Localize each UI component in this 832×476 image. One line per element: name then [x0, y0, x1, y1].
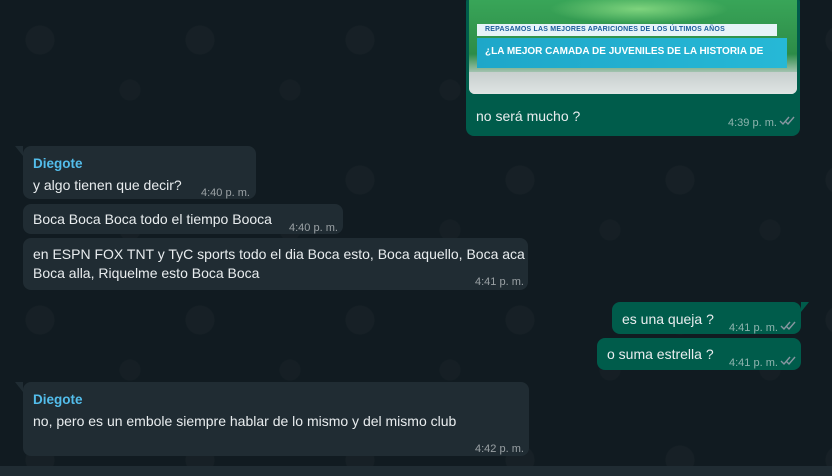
message-time: 4:40 p. m. [289, 222, 338, 234]
message-time: 4:41 p. m. [729, 322, 778, 334]
message-time: 4:39 p. m. [728, 117, 777, 129]
message-image[interactable]: REPASAMOS LAS MEJORES APARICIONES DE LOS… [469, 0, 797, 94]
double-check-icon [779, 116, 795, 126]
bubble-tail [801, 302, 809, 312]
image-bottom-strip [469, 72, 797, 94]
image-banner-main: ¿LA MEJOR CAMADA DE JUVENILES DE LA HIST… [477, 38, 787, 85]
sender-name[interactable]: Diegote [33, 390, 83, 409]
message-time: 4:41 p. m. [475, 276, 524, 288]
double-check-icon [780, 321, 796, 331]
message-time: 4:40 p. m. [201, 187, 250, 199]
sender-name[interactable]: Diegote [33, 154, 83, 173]
message-text: y algo tienen que decir? [33, 177, 182, 193]
image-field [549, 0, 729, 24]
bubble-tail [15, 382, 23, 392]
message-text: o suma estrella ? [607, 346, 714, 362]
message-text: es una queja ? [622, 311, 714, 327]
message-incoming[interactable]: Boca Boca Boca todo el tiempo Booca 4:40… [23, 204, 343, 234]
message-incoming[interactable]: en ESPN FOX TNT y TyC sports todo el dia… [23, 238, 528, 290]
message-time: 4:41 p. m. [729, 357, 778, 369]
message-text-line1: en ESPN FOX TNT y TyC sports todo el dia… [33, 246, 525, 262]
message-outgoing[interactable]: es una queja ? 4:41 p. m. [612, 302, 809, 334]
message-time: 4:42 p. m. [475, 443, 524, 455]
message-text-line2: Boca alla, Riquelme esto Boca Boca [33, 265, 260, 281]
message-text: no, pero es un embole siempre hablar de … [33, 413, 457, 429]
message-incoming[interactable]: Diegote no, pero es un embole siempre ha… [15, 382, 529, 456]
message-text: Boca Boca Boca todo el tiempo Booca [33, 211, 272, 227]
image-banner-top: REPASAMOS LAS MEJORES APARICIONES DE LOS… [477, 24, 777, 36]
message-incoming[interactable]: Diegote y algo tienen que decir? 4:40 p.… [15, 146, 256, 199]
double-check-icon [780, 356, 796, 366]
message-caption: no será mucho ? [476, 108, 581, 124]
message-outgoing[interactable]: o suma estrella ? 4:41 p. m. [597, 338, 801, 370]
composer-bar-edge [0, 466, 832, 476]
message-image-outgoing[interactable]: REPASAMOS LAS MEJORES APARICIONES DE LOS… [466, 0, 800, 136]
bubble-tail [15, 146, 23, 156]
